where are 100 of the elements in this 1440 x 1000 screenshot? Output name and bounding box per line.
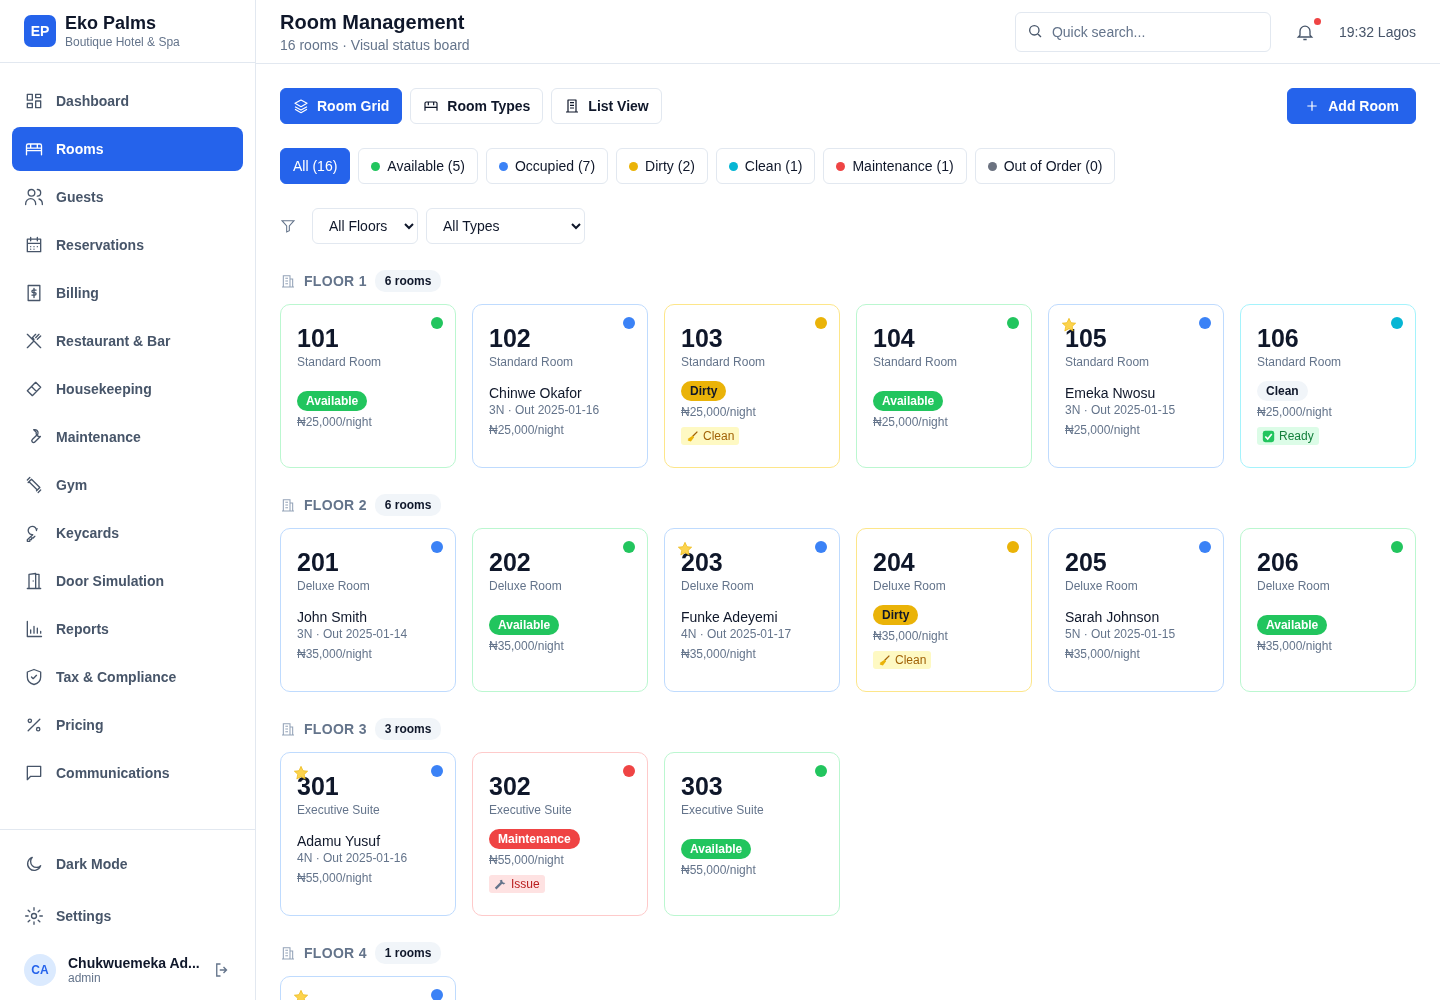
filter-dropdown[interactable]: All Floors [312,208,418,244]
status-label: Available [1257,615,1328,635]
nav-item[interactable]: Reports [12,607,243,651]
room-type: Deluxe Room [297,579,371,593]
room-type: Standard Room [1065,355,1151,369]
nav-item[interactable]: Keycards [12,511,243,555]
stay-info: 3N · Out 2025-01-15 [1065,403,1177,417]
room-number: 105 [1065,323,1108,353]
room-type: Standard Room [681,355,767,369]
search-field[interactable]: Quick search... [1014,11,1271,52]
nav-item[interactable]: Pricing [12,703,243,747]
room-type: Standard Room [297,355,383,369]
building-icon [280,945,296,961]
room-type: Deluxe Room [489,579,563,593]
room-card[interactable]: 102 Standard Room Chinwe Okafor 3N · Out 2025-01-16 ₦25,000/night [472,304,648,468]
room-type: Standard Room [489,355,575,369]
room-card[interactable]: 205 Deluxe Room Sarah Johnson 5N · Out 2025-01-15 ₦35,000/night [1048,528,1224,692]
room-type: Executive Suite [297,803,381,817]
nav-item[interactable]: Housekeeping [12,367,243,411]
nav-item[interactable]: Communications [12,751,243,795]
status-label: Available [681,839,752,859]
status-label: Maintenance [489,829,580,849]
sidebar-button[interactable]: Dark Mode [12,842,243,886]
room-type: Executive Suite [681,803,765,817]
room-card[interactable]: 202 Deluxe Room Available ₦35,000/night [472,528,648,692]
sidebar-button[interactable]: Settings [12,894,243,938]
view-tab[interactable]: List View [551,88,662,124]
room-number: 204 [873,547,916,577]
nav-icon [24,379,44,399]
nav-icon [24,187,44,207]
room-number: 303 [681,771,724,801]
room-type: Deluxe Room [1065,579,1139,593]
room-rate: ₦35,000/night [1257,639,1333,653]
room-rate: ₦25,000/night [297,415,373,429]
user-name: Chukwuemeka Ad... [68,955,201,971]
hotel-tagline: Boutique Hotel & Spa [65,35,180,49]
room-card[interactable]: 201 Deluxe Room John Smith 3N · Out 2025-01-14 ₦35,000/night [280,528,456,692]
nav-icon [24,235,44,255]
room-number: 102 [489,323,532,353]
nav-item[interactable]: Reservations [12,223,243,267]
room-rate: ₦25,000/night [1257,405,1333,419]
stay-info: 3N · Out 2025-01-14 [297,627,409,641]
room-card[interactable]: 103 Standard Room Dirty ₦25,000/night Clean [664,304,840,468]
floor-label: FLOOR 3 [304,721,367,737]
hotel-name: Eko Palms [65,13,158,34]
room-card[interactable]: 204 Deluxe Room Dirty ₦35,000/night Clean [856,528,1032,692]
view-tab[interactable]: Room Types [410,88,544,124]
nav-item[interactable]: Gym [12,463,243,507]
status-label: Dirty [873,605,919,625]
status-filter[interactable]: Out of Order (0) [974,148,1116,184]
nav-icon [24,667,44,687]
nav-item[interactable]: Billing [12,271,243,315]
settings-icon [24,906,44,926]
status-filter[interactable]: All (16) [280,148,351,184]
add-room-button[interactable]: Add Room [1287,88,1416,124]
nav-item[interactable]: Maintenance [12,415,243,459]
stay-info: 5N · Out 2025-01-15 [1065,627,1177,641]
broom-icon [878,653,891,667]
broom-icon [686,429,699,443]
room-type: Standard Room [873,355,959,369]
room-card[interactable]: 303 Executive Suite Available ₦55,000/night [664,752,840,916]
page-subtitle: 16 rooms · Visual status board [280,36,470,53]
room-rate: ₦25,000/night [681,405,757,419]
housekeeping-tag: Ready [1257,427,1319,445]
room-card[interactable]: 206 Deluxe Room Available ₦35,000/night [1240,528,1416,692]
floor-label: FLOOR 2 [304,497,367,513]
nav-item[interactable]: Rooms [12,127,243,171]
view-tab[interactable]: Room Grid [280,88,403,124]
guest-name: Emeka Nwosu [1065,385,1157,401]
status-label: Available [873,391,944,411]
housekeeping-tag: Issue [489,875,545,893]
room-count: 6 rooms [374,494,442,516]
filter-dropdown[interactable]: All Types [426,208,585,244]
room-rate: ₦25,000/night [489,423,565,437]
moon-icon [24,854,44,874]
nav-item[interactable]: Door Simulation [12,559,243,603]
room-card[interactable]: 203 Deluxe Room Funke Adeyemi 4N · Out 2025-01-17 ₦35,000/night [664,528,840,692]
room-card[interactable]: 301 Executive Suite Adamu Yusuf 4N · Out 2025-01-16 ₦55,000/night [280,752,456,916]
status-label: Clean [1257,381,1308,401]
room-card[interactable]: 106 Standard Room Clean ₦25,000/night Ready [1240,304,1416,468]
nav-icon [24,91,44,111]
nav-icon [24,331,44,351]
nav-item[interactable]: Tax & Compliance [12,655,243,699]
room-rate: ₦55,000/night [489,853,565,867]
nav-item[interactable]: Restaurant & Bar [12,319,243,363]
room-card[interactable]: 302 Executive Suite Maintenance ₦55,000/night Issue [472,752,648,916]
status-filter[interactable]: Clean (1) [715,148,816,184]
status-label: Dirty [681,381,727,401]
status-filter[interactable]: Dirty (2) [616,148,708,184]
nav-icon [24,571,44,591]
filter-icon [280,218,296,234]
room-card[interactable]: 101 Standard Room Available ₦25,000/night [280,304,456,468]
nav-item[interactable]: Guests [12,175,243,219]
status-filter[interactable]: Occupied (7) [485,148,609,184]
guest-name: Chinwe Okafor [489,385,583,401]
status-filter[interactable]: Maintenance (1) [823,148,967,184]
nav-item[interactable]: Dashboard [12,79,243,123]
status-filter[interactable]: Available (5) [358,148,478,184]
room-card[interactable]: 105 Standard Room Emeka Nwosu 3N · Out 2025-01-15 ₦25,000/night [1048,304,1224,468]
room-card[interactable]: 104 Standard Room Available ₦25,000/night [856,304,1032,468]
